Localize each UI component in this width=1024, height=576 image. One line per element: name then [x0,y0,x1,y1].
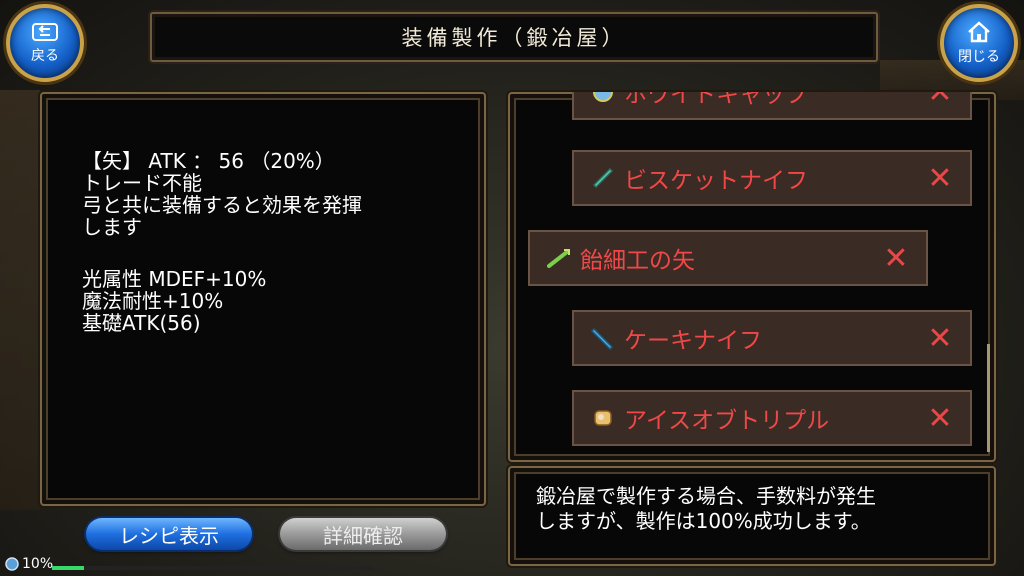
recipe-list-scrollbar[interactable] [987,344,990,452]
description-line: 魔法耐性+10% [82,289,224,313]
arrow-icon [544,243,574,273]
knife-icon [588,323,618,353]
description-line: 光属性 MDEF+10% [82,267,267,291]
close-button[interactable]: 閉じる [940,4,1018,82]
item-description: 【矢】 ATK ： 56 （20%） トレード不能 弓と共に装備すると効果を発揮… [82,150,362,334]
recipe-display-button[interactable]: レシピ表示 [86,518,252,550]
notice-line: しますが、製作は100%成功します。 [536,509,871,533]
recipe-item-name: ビスケットナイフ [624,168,808,194]
gauge-icon [5,557,19,571]
not-craftable-icon: ✕ [927,400,953,436]
recipe-item-name: ケーキナイフ [624,328,762,354]
recipe-display-label: レシピ表示 [119,523,219,548]
recipe-item-name: 飴細工の矢 [580,248,695,274]
detail-confirm-label: 詳細確認 [323,523,403,548]
back-button[interactable]: 戻る [6,4,84,82]
page-title-bar: 装備製作（鍛冶屋） [150,12,878,62]
description-line [82,238,362,260]
background-shelf-left [0,90,40,510]
description-line: します [82,215,142,239]
recipe-item-name: ホワイトキャップ [624,92,808,108]
home-icon [968,21,990,43]
description-line: 弓と共に装備すると効果を発揮 [82,193,362,217]
not-craftable-icon: ✕ [927,92,953,110]
not-craftable-icon: ✕ [927,320,953,356]
description-line: 基礎ATK(56) [82,311,201,335]
description-line: 【矢】 ATK ： 56 （20%） [82,149,335,173]
recipe-item[interactable]: ホワイトキャップ ✕ [572,92,972,120]
return-arrow-icon [32,23,58,41]
page-title: 装備製作（鍛冶屋） [401,26,627,50]
recipe-item[interactable]: ビスケットナイフ ✕ [572,150,972,206]
ice-icon [588,403,618,433]
knife-icon [588,163,618,193]
not-craftable-icon: ✕ [927,160,953,196]
recipe-list[interactable]: ホワイトキャップ ✕ ビスケットナイフ ✕ 飴細工の矢 ✕ ケーキナイフ ✕ ア… [512,92,982,456]
progress-status: 10% [4,556,53,572]
progress-label: 10% [22,556,54,572]
not-craftable-icon: ✕ [883,240,909,276]
cap-icon [588,92,618,107]
close-button-label: 閉じる [958,49,1000,65]
description-line: トレード不能 [82,171,202,195]
crafting-notice: 鍛冶屋で製作する場合、手数料が発生 しますが、製作は100%成功します。 [536,484,876,534]
recipe-item[interactable]: ケーキナイフ ✕ [572,310,972,366]
detail-confirm-button[interactable]: 詳細確認 [280,518,446,550]
recipe-item-name: アイスオブトリプル [624,408,830,434]
notice-line: 鍛冶屋で製作する場合、手数料が発生 [536,484,876,508]
progress-bar [52,566,372,570]
progress-bar-fill [52,566,84,570]
back-button-label: 戻る [31,48,59,64]
recipe-item-selected[interactable]: 飴細工の矢 ✕ [528,230,928,286]
recipe-item[interactable]: アイスオブトリプル ✕ [572,390,972,446]
